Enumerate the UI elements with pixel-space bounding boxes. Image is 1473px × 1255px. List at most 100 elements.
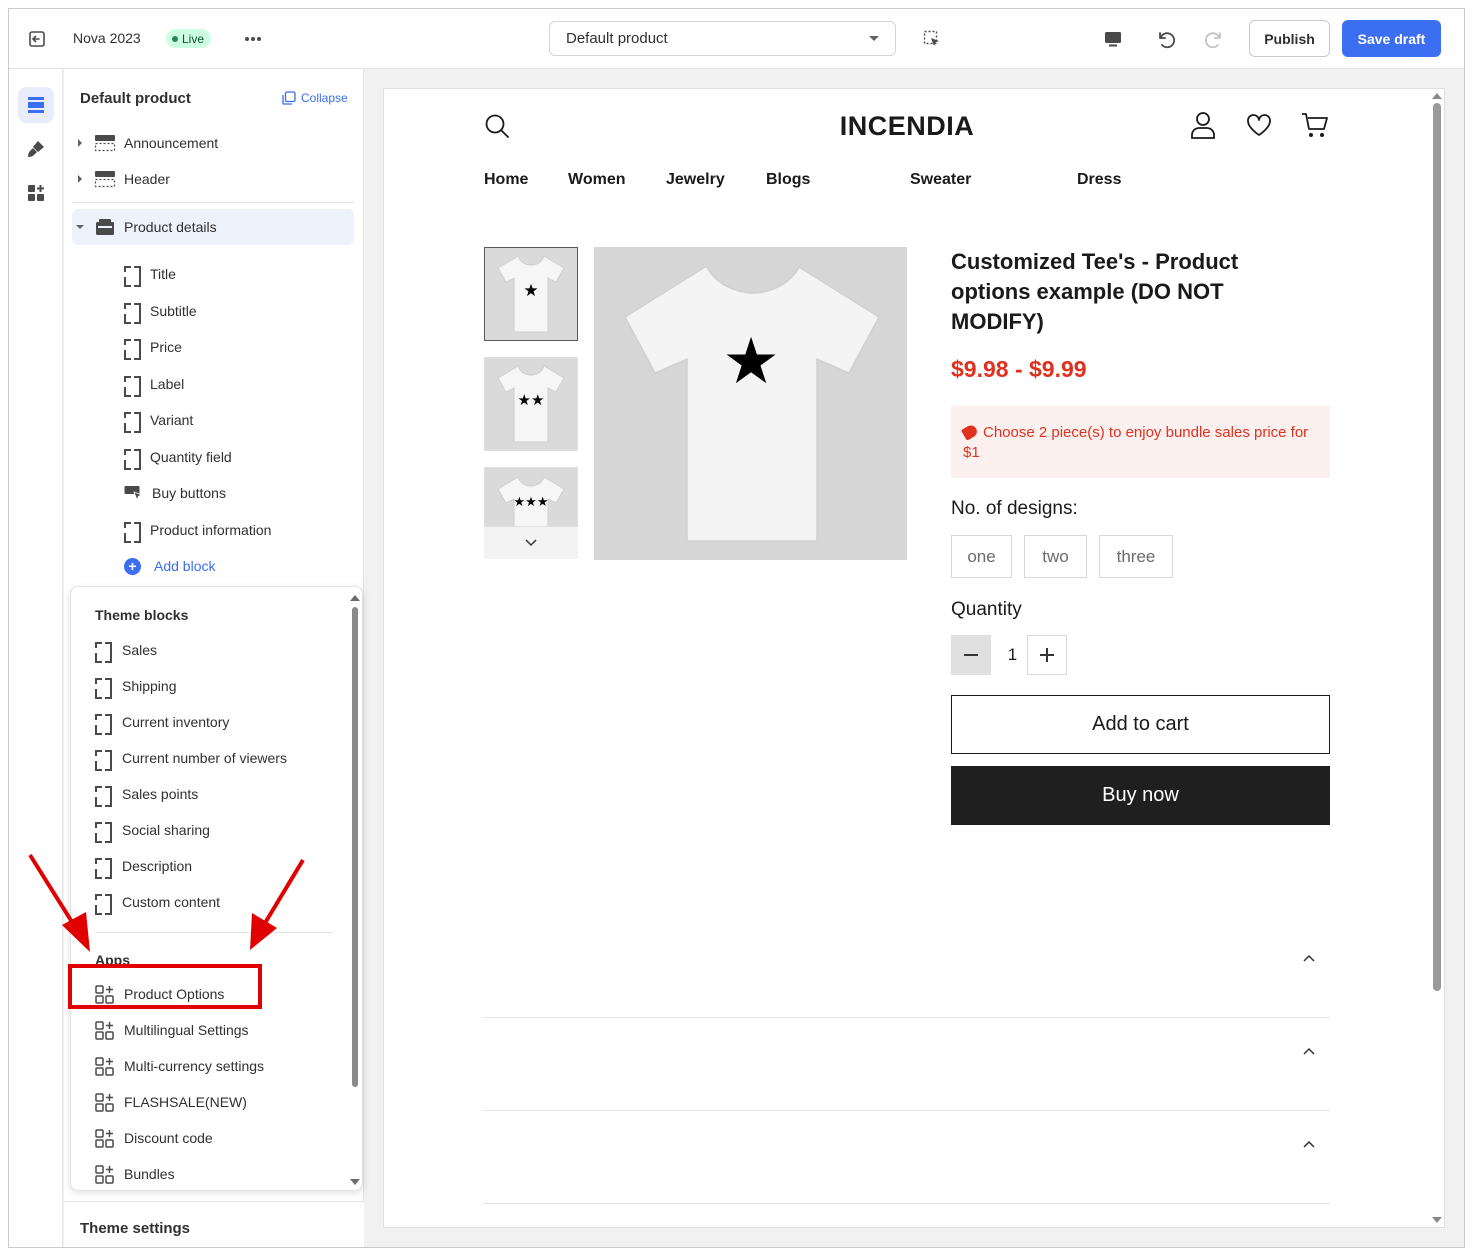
rail-sections-button[interactable] [18, 87, 54, 123]
app-block-icon [95, 1056, 114, 1076]
block-subtitle[interactable]: Subtitle [124, 296, 197, 326]
top-bar: Nova 2023 Live Default product Publish S… [9, 9, 1464, 69]
chevron-down-icon [72, 223, 88, 231]
popover-scrollbar[interactable] [350, 595, 360, 1185]
section-header[interactable]: Header [72, 162, 354, 196]
rail-apps-button[interactable] [18, 175, 54, 211]
block-icon [124, 375, 141, 397]
block-title[interactable]: Title [124, 259, 176, 289]
section-label: Product details [124, 219, 217, 235]
nav-link-blogs[interactable]: Blogs [766, 171, 810, 189]
section-announcement[interactable]: Announcement [72, 126, 354, 160]
nav-link-sweater[interactable]: Sweater [910, 171, 971, 189]
popover-item-social-sharing[interactable]: Social sharing [95, 815, 210, 845]
block-price[interactable]: Price [124, 332, 182, 362]
block-buy-buttons[interactable]: Buy buttons [124, 478, 226, 508]
block-label: Product information [150, 522, 272, 538]
buy-now-button[interactable]: Buy now [951, 766, 1330, 825]
popover-app-bundles[interactable]: Bundles [95, 1159, 175, 1189]
preview-scrollbar-thumb[interactable] [1433, 103, 1441, 991]
app-block-icon [95, 1092, 114, 1112]
design-option-one[interactable]: one [951, 535, 1012, 578]
popover-item-custom-content[interactable]: Custom content [95, 887, 220, 917]
popover-divider [95, 932, 333, 933]
block-product-information[interactable]: Product information [124, 515, 271, 545]
app-block-icon [95, 1020, 114, 1040]
bundle-offer-text: Choose 2 piece(s) to enjoy bundle sales … [963, 424, 1309, 461]
nav-link-jewelry[interactable]: Jewelry [666, 171, 725, 189]
save-draft-button[interactable]: Save draft [1342, 20, 1441, 57]
product-thumbnail-1[interactable]: ★ [484, 247, 578, 341]
add-block-button[interactable]: + Add block [124, 551, 215, 581]
plus-icon [1040, 648, 1054, 662]
publish-button[interactable]: Publish [1249, 20, 1330, 57]
popover-item-label: Current inventory [122, 714, 230, 730]
bundle-offer-banner: Choose 2 piece(s) to enjoy bundle sales … [951, 406, 1330, 478]
collapse-button[interactable]: Collapse [282, 91, 348, 105]
store-brand-logo[interactable]: INCENDIA [814, 111, 1000, 142]
tshirt-one-star-image: ★ [497, 255, 565, 333]
block-variant[interactable]: Variant [124, 405, 193, 435]
product-thumbnail-3[interactable]: ★★★ [484, 467, 578, 527]
cart-button[interactable] [1301, 111, 1329, 142]
thumbnails-scroll-down-button[interactable] [484, 527, 578, 559]
product-title: Customized Tee's - Product options examp… [951, 249, 1239, 334]
design-option-three[interactable]: three [1099, 535, 1173, 578]
block-icon [124, 448, 141, 470]
undo-button[interactable] [1152, 26, 1178, 52]
quantity-decrease-button[interactable] [951, 635, 991, 675]
chevron-down-icon [869, 36, 879, 41]
design-option-two[interactable]: two [1024, 535, 1087, 578]
accordion-toggle-2[interactable] [1302, 1044, 1316, 1058]
nav-link-home[interactable]: Home [484, 171, 528, 189]
block-icon [124, 411, 141, 433]
wishlist-button[interactable] [1246, 113, 1272, 140]
cart-icon [1302, 113, 1328, 137]
account-button[interactable] [1190, 111, 1216, 142]
nav-link-women[interactable]: Women [568, 171, 625, 189]
block-label[interactable]: Label [124, 369, 184, 399]
block-icon [124, 265, 141, 287]
section-product-details[interactable]: Product details [72, 209, 354, 245]
inspector-button[interactable] [920, 27, 944, 51]
block-label: Title [150, 266, 176, 282]
redo-button[interactable] [1202, 26, 1228, 52]
divider [72, 202, 354, 203]
popover-app-discount-code[interactable]: Discount code [95, 1123, 213, 1153]
block-icon [95, 857, 112, 879]
popover-item-sales-points[interactable]: Sales points [95, 779, 198, 809]
popover-app-label: Multi-currency settings [124, 1058, 265, 1074]
popover-item-current-inventory[interactable]: Current inventory [95, 707, 229, 737]
block-quantity-field[interactable]: Quantity field [124, 442, 232, 472]
paintbrush-icon [28, 141, 44, 157]
popover-item-sales[interactable]: Sales [95, 635, 157, 665]
nav-link-dress[interactable]: Dress [1077, 171, 1121, 189]
scroll-up-icon [350, 595, 360, 601]
template-select[interactable]: Default product [549, 21, 896, 56]
desktop-view-button[interactable] [1101, 27, 1125, 51]
theme-settings-link[interactable]: Theme settings [64, 1201, 364, 1247]
plus-circle-icon: + [124, 557, 141, 575]
quantity-increase-button[interactable] [1027, 635, 1067, 675]
popover-app-multi-currency-settings[interactable]: Multi-currency settings [95, 1051, 264, 1081]
popover-item-description[interactable]: Description [95, 851, 192, 881]
product-thumbnail-2[interactable]: ★★ [484, 357, 578, 451]
heart-icon [1247, 114, 1271, 136]
block-label: Subtitle [150, 303, 197, 319]
more-actions-button[interactable] [241, 27, 265, 51]
popover-item-shipping[interactable]: Shipping [95, 671, 177, 701]
add-to-cart-button[interactable]: Add to cart [951, 695, 1330, 754]
store-name: Nova 2023 [73, 30, 141, 46]
popover-scroll-thumb[interactable] [352, 607, 358, 1087]
accordion-toggle-1[interactable] [1302, 951, 1316, 965]
popover-item-current-viewers[interactable]: Current number of viewers [95, 743, 287, 773]
popover-app-flashsale[interactable]: FLASHSALE(NEW) [95, 1087, 247, 1117]
product-main-image[interactable]: ★ [594, 247, 907, 560]
popover-app-multilingual-settings[interactable]: Multilingual Settings [95, 1015, 249, 1045]
rail-theme-settings-button[interactable] [18, 131, 54, 167]
search-button[interactable] [484, 113, 510, 142]
exit-button[interactable] [25, 27, 49, 51]
block-icon [95, 749, 112, 771]
accordion-toggle-3[interactable] [1302, 1137, 1316, 1151]
live-badge: Live [166, 29, 212, 48]
